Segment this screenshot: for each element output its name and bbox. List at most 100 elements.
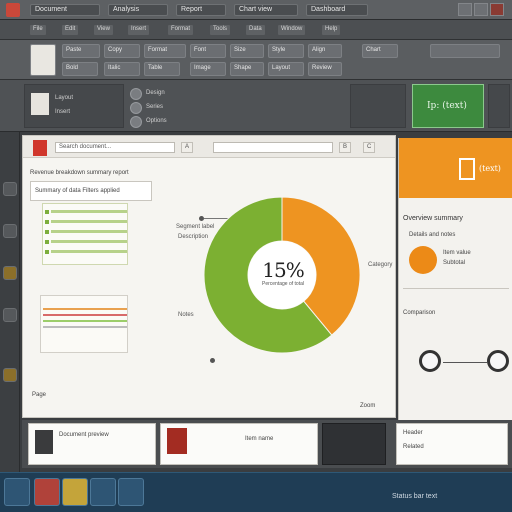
ribbon-font[interactable]: Font bbox=[190, 44, 226, 58]
side-button[interactable] bbox=[488, 84, 510, 128]
row-marker bbox=[45, 240, 49, 244]
highlight-panel[interactable]: Ip: (text) bbox=[412, 84, 484, 128]
row-marker bbox=[45, 250, 49, 254]
panel-item-1: Details and notes bbox=[409, 232, 456, 238]
minimize-button[interactable] bbox=[458, 3, 472, 16]
option-button-3[interactable] bbox=[130, 116, 142, 128]
menu-format[interactable]: Format bbox=[168, 25, 194, 35]
ribbon-paste[interactable]: Paste bbox=[62, 44, 100, 58]
ribbon-search[interactable] bbox=[430, 44, 500, 58]
ribbon-review[interactable]: Review bbox=[308, 62, 342, 76]
paste-icon[interactable] bbox=[30, 44, 56, 76]
tab-dashboard[interactable]: Dashboard bbox=[306, 4, 368, 16]
menu-bar: File Edit View Insert Format Tools Data … bbox=[0, 20, 512, 40]
ribbon-layout[interactable]: Layout bbox=[268, 62, 304, 76]
title-bar: Document Analysis Report Chart view Dash… bbox=[0, 0, 512, 20]
table-row bbox=[51, 220, 127, 223]
menu-file[interactable]: File bbox=[30, 25, 46, 35]
footer-zoom[interactable]: Zoom bbox=[360, 403, 375, 409]
tab-analysis[interactable]: Analysis bbox=[108, 4, 168, 16]
layout-panel[interactable]: Layout Insert bbox=[24, 84, 124, 128]
menu-tools[interactable]: Tools bbox=[210, 25, 231, 35]
option-button-1[interactable] bbox=[130, 88, 142, 100]
preview-card[interactable]: Document preview bbox=[28, 423, 156, 465]
preview-panel[interactable] bbox=[350, 84, 406, 128]
folder-icon[interactable] bbox=[3, 266, 17, 280]
maximize-button[interactable] bbox=[474, 3, 488, 16]
insert-label: Insert bbox=[55, 109, 71, 115]
pdf-icon[interactable] bbox=[33, 140, 47, 156]
menu-data[interactable]: Data bbox=[246, 25, 265, 35]
ribbon-copy[interactable]: Copy bbox=[104, 44, 140, 58]
panel-item-4: Comparison bbox=[403, 310, 436, 316]
item-thumbnail bbox=[167, 428, 187, 454]
menu-insert[interactable]: Insert bbox=[128, 25, 150, 35]
app-folder-icon[interactable] bbox=[62, 478, 88, 506]
app-icon[interactable] bbox=[6, 3, 20, 17]
ribbon-format[interactable]: Format bbox=[144, 44, 186, 58]
mini-table[interactable] bbox=[42, 203, 128, 265]
ribbon-italic[interactable]: Italic bbox=[104, 62, 140, 76]
taskbar: Status bar text bbox=[0, 472, 512, 512]
card-label-3: Header bbox=[403, 430, 423, 436]
ribbon-chart[interactable]: Chart bbox=[362, 44, 398, 58]
app-pdf-icon[interactable] bbox=[34, 478, 60, 506]
navigation-icon[interactable] bbox=[3, 182, 17, 196]
row-marker bbox=[45, 210, 49, 214]
chip-a[interactable]: A bbox=[181, 142, 194, 153]
series-label: Series bbox=[146, 104, 164, 110]
info-text: Summary of data Filters applied bbox=[35, 188, 120, 194]
related-card[interactable]: Header Related bbox=[396, 423, 508, 465]
left-rail bbox=[0, 132, 20, 472]
right-panel: (text) Overview summary Details and note… bbox=[398, 138, 512, 420]
ribbon-bold[interactable]: Bold bbox=[62, 62, 98, 76]
thumbnail-icon bbox=[31, 93, 49, 115]
ribbon-image[interactable]: Image bbox=[190, 62, 226, 76]
start-icon[interactable] bbox=[4, 478, 30, 506]
tab-chart-view[interactable]: Chart view bbox=[234, 4, 298, 16]
ribbon-shape[interactable]: Shape bbox=[230, 62, 264, 76]
lower-panel: Document preview Item name Header Relate… bbox=[22, 420, 512, 468]
tab-report[interactable]: Report bbox=[176, 4, 226, 16]
chip-c[interactable]: C bbox=[363, 142, 376, 153]
panel-item-3: Subtotal bbox=[443, 260, 466, 266]
row-marker bbox=[45, 220, 49, 224]
menu-help[interactable]: Help bbox=[322, 25, 341, 35]
chip-b[interactable]: B bbox=[339, 142, 352, 153]
item-card[interactable]: Item name bbox=[160, 423, 318, 465]
ribbon-table[interactable]: Table bbox=[144, 62, 180, 76]
mini-line-chart[interactable] bbox=[40, 295, 128, 353]
banner-text: (text) bbox=[479, 164, 501, 173]
layers-icon[interactable] bbox=[3, 308, 17, 322]
ribbon: Paste Copy Format Font Size Style Align … bbox=[0, 40, 512, 80]
chart-line bbox=[43, 308, 127, 310]
filter-input[interactable] bbox=[213, 142, 333, 153]
layout-label: Layout bbox=[55, 95, 74, 101]
callout-label-4: Notes bbox=[178, 312, 194, 318]
settings-icon[interactable] bbox=[3, 224, 17, 238]
ribbon-style[interactable]: Style bbox=[268, 44, 304, 58]
menu-window[interactable]: Window bbox=[278, 25, 306, 35]
option-button-2[interactable] bbox=[130, 102, 142, 114]
panel-item-2: Item value bbox=[443, 250, 471, 256]
center-label: Percentage of total bbox=[262, 281, 304, 287]
search-input[interactable]: Search document... bbox=[55, 142, 175, 153]
chart-line bbox=[43, 326, 127, 328]
info-box: Summary of data Filters applied bbox=[30, 181, 152, 201]
app-window-icon[interactable] bbox=[90, 478, 116, 506]
bookmark-icon[interactable] bbox=[3, 368, 17, 382]
dial-knob[interactable] bbox=[419, 350, 441, 372]
table-row bbox=[51, 230, 127, 233]
center-value: 15% bbox=[262, 258, 304, 282]
menu-edit[interactable]: Edit bbox=[62, 25, 79, 35]
close-button[interactable] bbox=[490, 3, 504, 16]
ribbon-size[interactable]: Size bbox=[230, 44, 264, 58]
image-preview[interactable] bbox=[322, 423, 386, 465]
app-window-icon[interactable] bbox=[118, 478, 144, 506]
dial-knob[interactable] bbox=[487, 350, 509, 372]
ribbon-align[interactable]: Align bbox=[308, 44, 342, 58]
table-row bbox=[51, 210, 127, 213]
design-label: Design bbox=[146, 90, 165, 96]
tab-document[interactable]: Document bbox=[30, 4, 100, 16]
menu-view[interactable]: View bbox=[94, 25, 113, 35]
